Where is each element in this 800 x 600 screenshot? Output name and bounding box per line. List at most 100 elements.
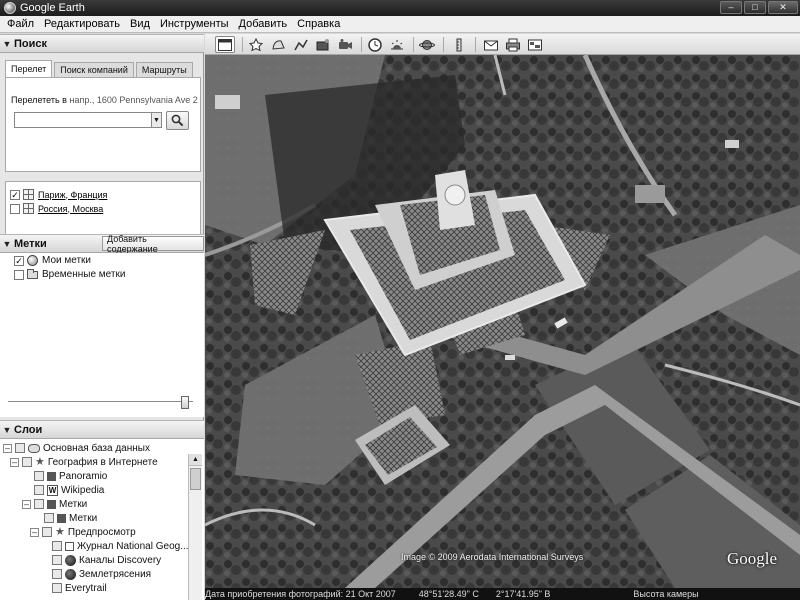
tour-camera-icon xyxy=(339,38,352,49)
menu-edit[interactable]: Редактировать xyxy=(39,18,125,30)
layer-checkbox[interactable] xyxy=(34,499,44,509)
envelope-icon xyxy=(484,40,498,50)
tree-item[interactable]: Журнал National Geog... xyxy=(52,539,189,553)
layer-checkbox[interactable] xyxy=(52,541,62,551)
longitude-readout: 2°17'41.95" В xyxy=(495,589,551,599)
tree-item-label: Каналы Discovery xyxy=(79,554,162,566)
layer-checkbox[interactable] xyxy=(52,583,62,593)
collapse-triangle-icon[interactable]: ▼ xyxy=(0,425,14,435)
tree-item-temporary-places[interactable]: Временные метки xyxy=(14,268,125,281)
result-link[interactable]: Россия, Москва xyxy=(38,204,103,214)
expander-icon[interactable]: – xyxy=(22,499,31,509)
tab-directions[interactable]: Маршруты xyxy=(135,62,193,77)
layer-checkbox[interactable] xyxy=(52,555,62,565)
search-button[interactable] xyxy=(166,111,189,130)
layer-checkbox[interactable] xyxy=(34,471,44,481)
temporary-places-checkbox[interactable] xyxy=(14,269,24,280)
list-item[interactable]: Россия, Москва xyxy=(10,202,103,215)
layer-checkbox[interactable] xyxy=(52,569,62,579)
layers-tree: – Основная база данных – ★ География в И… xyxy=(0,439,204,600)
historical-imagery-button[interactable] xyxy=(365,36,385,53)
layers-scrollbar[interactable]: ▲ xyxy=(188,454,202,600)
database-icon xyxy=(28,443,40,453)
switch-planet-button[interactable] xyxy=(417,36,437,53)
minimize-button[interactable]: – xyxy=(720,1,742,14)
toggle-sidebar-button[interactable] xyxy=(215,36,235,53)
print-button[interactable] xyxy=(503,36,523,53)
fly-to-panel: Перелететь в напр., 1600 Pennsylvania Av… xyxy=(5,77,201,172)
layer-checkbox[interactable] xyxy=(44,513,54,523)
menu-tools[interactable]: Инструменты xyxy=(155,18,234,30)
menu-bar: Файл Редактировать Вид Инструменты Добав… xyxy=(0,16,800,33)
tree-item[interactable]: Землетрясения xyxy=(52,567,151,581)
sidebar-panel: ▼ Поиск Перелет Поиск компаний Маршруты … xyxy=(0,34,204,600)
tree-item[interactable]: Everytrail xyxy=(52,581,107,595)
collapse-triangle-icon[interactable]: ▼ xyxy=(0,39,14,49)
opacity-slider-thumb[interactable] xyxy=(181,396,189,409)
layers-section-header[interactable]: ▼ Слои xyxy=(0,420,204,439)
layer-checkbox[interactable] xyxy=(22,457,32,467)
menu-view[interactable]: Вид xyxy=(125,18,155,30)
tree-item[interactable]: Panoramio xyxy=(34,469,107,483)
tab-find-businesses[interactable]: Поиск компаний xyxy=(54,62,134,77)
fly-to-example: напр., 1600 Pennsylvania Ave 2 xyxy=(69,95,198,105)
tree-item-label: Мои метки xyxy=(42,255,92,266)
imagery-copyright: Image © 2009 Aerodata International Surv… xyxy=(401,552,584,562)
add-polygon-button[interactable] xyxy=(269,36,289,53)
tree-item-my-places[interactable]: ✓ Мои метки xyxy=(14,254,91,267)
tab-fly-to[interactable]: Перелет xyxy=(5,60,53,77)
menu-file[interactable]: Файл xyxy=(2,18,39,30)
history-dropdown-button[interactable]: ▼ xyxy=(151,112,162,128)
expander-icon[interactable]: – xyxy=(30,527,39,537)
fly-to-input[interactable] xyxy=(14,112,154,128)
view-in-maps-button[interactable] xyxy=(525,36,545,53)
national-geographic-icon xyxy=(65,541,74,551)
maximize-button[interactable]: □ xyxy=(744,1,766,14)
add-content-button[interactable]: Добавить содержание xyxy=(102,234,204,254)
opacity-slider-track[interactable] xyxy=(8,401,193,403)
fly-to-hint: Перелететь в напр., 1600 Pennsylvania Av… xyxy=(11,95,198,105)
menu-add[interactable]: Добавить xyxy=(234,18,293,30)
sunlight-button[interactable] xyxy=(387,36,407,53)
satellite-imagery[interactable] xyxy=(205,55,800,588)
ruler-button[interactable] xyxy=(449,36,469,53)
scrollbar-thumb[interactable] xyxy=(190,468,201,490)
tree-item[interactable]: – ★ География в Интернете xyxy=(10,455,158,469)
window-controls: – □ ✕ xyxy=(720,1,798,14)
add-path-button[interactable] xyxy=(291,36,311,53)
tree-item[interactable]: – Метки xyxy=(22,497,87,511)
collapse-triangle-icon[interactable]: ▼ xyxy=(0,239,14,249)
result-checkbox[interactable] xyxy=(10,203,20,214)
tree-item[interactable]: – ★ Предпросмотр xyxy=(30,525,136,539)
layer-checkbox[interactable] xyxy=(42,527,52,537)
star-icon: ★ xyxy=(55,525,65,538)
tree-item[interactable]: – Основная база данных xyxy=(3,441,150,455)
scroll-up-arrow-icon[interactable]: ▲ xyxy=(189,454,202,466)
menu-help[interactable]: Справка xyxy=(292,18,345,30)
expander-icon[interactable]: – xyxy=(10,457,19,467)
result-checkbox[interactable]: ✓ xyxy=(10,189,20,200)
record-tour-button[interactable] xyxy=(335,36,355,53)
search-results-list: ✓ Париж, Франция Россия, Москва xyxy=(5,181,201,238)
tree-item-label: Метки xyxy=(69,512,98,524)
layer-checkbox[interactable] xyxy=(34,485,44,495)
tree-item[interactable]: W Wikipedia xyxy=(34,483,104,497)
tree-item-label: Метки xyxy=(59,498,88,510)
list-item[interactable]: ✓ Париж, Франция xyxy=(10,188,107,201)
image-overlay-icon xyxy=(316,38,329,50)
close-window-button[interactable]: ✕ xyxy=(768,1,798,14)
toolbar-separator xyxy=(475,37,476,52)
email-button[interactable] xyxy=(481,36,501,53)
add-image-overlay-button[interactable] xyxy=(313,36,333,53)
expander-icon[interactable]: – xyxy=(3,443,12,453)
my-places-checkbox[interactable]: ✓ xyxy=(14,255,24,266)
map-view[interactable]: Image © 2009 Aerodata International Surv… xyxy=(205,55,800,588)
tree-item[interactable]: Каналы Discovery xyxy=(52,553,161,567)
tree-item[interactable]: Метки xyxy=(44,511,97,525)
search-section-header[interactable]: ▼ Поиск xyxy=(0,34,204,53)
layer-checkbox[interactable] xyxy=(15,443,25,453)
result-link[interactable]: Париж, Франция xyxy=(38,190,107,200)
add-placemark-button[interactable] xyxy=(247,36,267,53)
placemark-grid-icon xyxy=(23,203,34,214)
places-section-header[interactable]: ▼ Метки Добавить содержание xyxy=(0,234,204,254)
